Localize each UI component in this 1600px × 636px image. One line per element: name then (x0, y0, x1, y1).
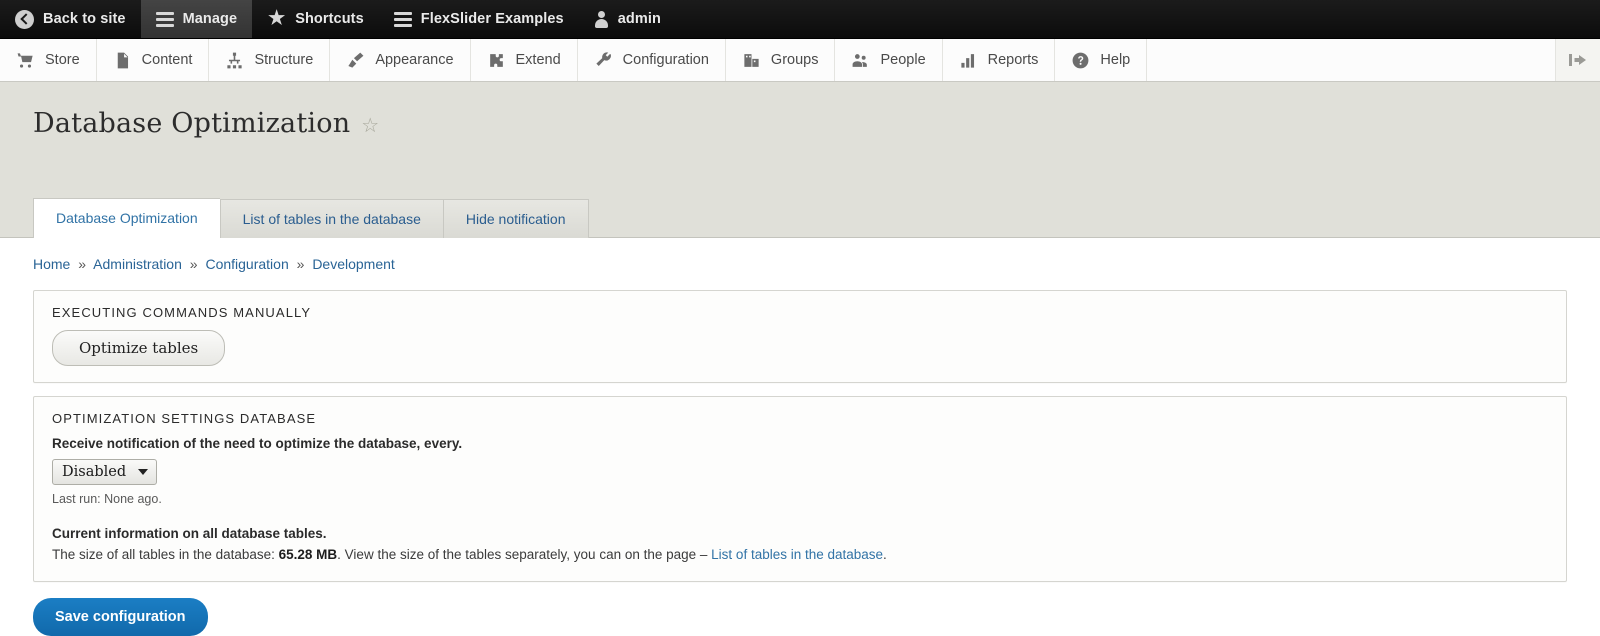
admin-bar-item-manage[interactable]: Manage (140, 0, 253, 38)
select-value: Disabled (62, 464, 127, 480)
admin-bar-item-admin-account[interactable]: admin (579, 0, 676, 38)
tab-label: Database Optimization (56, 209, 198, 226)
local-tasks-tabs: Database Optimization List of tables in … (33, 197, 589, 238)
breadcrumb-item-configuration[interactable]: Configuration (205, 256, 288, 272)
tab-list-of-tables[interactable]: List of tables in the database (219, 198, 443, 238)
admin-bar-item-back-to-site[interactable]: Back to site (0, 0, 141, 38)
main-content: Home » Administration » Configuration » … (0, 238, 1600, 636)
breadcrumb-separator: » (78, 256, 87, 272)
bar-chart-icon (959, 51, 978, 70)
breadcrumb-item-development[interactable]: Development (312, 256, 395, 272)
breadcrumb: Home » Administration » Configuration » … (0, 238, 1600, 272)
cart-icon (16, 51, 35, 70)
menu-item-label: Structure (254, 52, 314, 68)
menu-item-label: Store (45, 52, 80, 68)
back-arrow-icon (15, 9, 34, 29)
menu-item-structure[interactable]: Structure (209, 39, 331, 81)
notification-interval-label: Receive notification of the need to opti… (52, 436, 463, 451)
menu-item-label: Extend (515, 52, 561, 68)
question-mark-icon (1071, 51, 1090, 70)
hamburger-icon (155, 11, 174, 27)
notification-interval-select[interactable]: Disabled (52, 459, 158, 485)
menu-item-label: Reports (987, 52, 1039, 68)
save-configuration-button[interactable]: Save configuration (33, 597, 208, 636)
page-title-text: Database Optimization (33, 108, 351, 139)
admin-bar-label: Shortcuts (295, 11, 364, 27)
wrench-icon (594, 51, 613, 70)
admin-bar-item-shortcuts[interactable]: ★ Shortcuts (252, 0, 379, 38)
admin-bar-label: Manage (182, 11, 238, 27)
toolbar-orientation-toggle-icon[interactable] (1556, 39, 1600, 81)
size-text-prefix: The size of all tables in the database: (52, 547, 279, 562)
admin-bar-label: admin (617, 11, 661, 27)
menu-item-label: People (880, 52, 926, 68)
menu-item-help[interactable]: Help (1055, 39, 1148, 81)
page-title: Database Optimization ☆ (0, 82, 1600, 139)
menu-item-groups[interactable]: Groups (726, 39, 836, 81)
menu-item-reports[interactable]: Reports (943, 39, 1056, 81)
paintbrush-icon (346, 51, 365, 70)
star-outline-icon[interactable]: ☆ (361, 115, 379, 135)
person-icon (594, 10, 609, 28)
fieldset-legend: EXECUTING COMMANDS MANUALLY (52, 305, 312, 320)
menu-item-people[interactable]: People (835, 39, 943, 81)
admin-bar-label: Back to site (43, 11, 126, 27)
menu-item-appearance[interactable]: Appearance (330, 39, 471, 81)
menu-item-store[interactable]: Store (0, 39, 97, 81)
document-icon (113, 51, 132, 70)
database-size-value: 65.28 MB (278, 547, 338, 562)
groups-icon (742, 51, 761, 70)
tab-hide-notification[interactable]: Hide notification (442, 198, 589, 238)
admin-bar-label: FlexSlider Examples (420, 11, 564, 27)
page-header-region: Database Optimization ☆ Database Optimiz… (0, 82, 1600, 238)
menu-item-label: Content (141, 52, 193, 68)
menu-item-label: Groups (770, 52, 819, 68)
breadcrumb-separator: » (189, 256, 198, 272)
hierarchy-icon (225, 51, 244, 70)
puzzle-icon (487, 51, 506, 70)
breadcrumb-separator: » (296, 256, 305, 272)
people-icon (851, 51, 870, 70)
size-text-suffix: . (883, 547, 887, 562)
star-icon: ★ (268, 8, 286, 29)
chevron-down-icon (138, 469, 149, 475)
menu-item-content[interactable]: Content (97, 39, 210, 81)
last-run-text: Last run: None ago. (52, 492, 162, 506)
menu-item-label: Help (1100, 52, 1131, 68)
hamburger-icon (393, 11, 412, 27)
fieldset-executing-commands-manually: EXECUTING COMMANDS MANUALLY Optimize tab… (33, 290, 1567, 383)
fieldset-legend: OPTIMIZATION SETTINGS DATABASE (52, 411, 317, 426)
menu-item-label: Appearance (375, 52, 454, 68)
breadcrumb-item-administration[interactable]: Administration (93, 256, 182, 272)
menu-item-configuration[interactable]: Configuration (578, 39, 726, 81)
list-of-tables-link[interactable]: List of tables in the database (711, 547, 883, 562)
database-size-info: The size of all tables in the database: … (52, 545, 1548, 565)
admin-menu-bar: Store Content Structure Appearance Exten… (0, 39, 1600, 82)
breadcrumb-item-home[interactable]: Home (33, 256, 70, 272)
menu-item-extend[interactable]: Extend (471, 39, 578, 81)
fieldset-optimization-settings-database: OPTIMIZATION SETTINGS DATABASE Receive n… (33, 396, 1567, 582)
tab-label: List of tables in the database (242, 210, 421, 227)
menu-bar-spacer (1147, 39, 1556, 81)
current-information-label: Current information on all database tabl… (52, 526, 327, 541)
admin-toolbar: Back to site Manage ★ Shortcuts FlexSlid… (0, 0, 1600, 39)
optimize-tables-button[interactable]: Optimize tables (52, 330, 226, 366)
admin-bar-item-flexslider-examples[interactable]: FlexSlider Examples (379, 0, 579, 38)
tab-database-optimization[interactable]: Database Optimization (33, 197, 220, 238)
tab-label: Hide notification (465, 210, 566, 227)
size-text-middle: . View the size of the tables separately… (337, 547, 712, 562)
menu-item-label: Configuration (622, 52, 709, 68)
